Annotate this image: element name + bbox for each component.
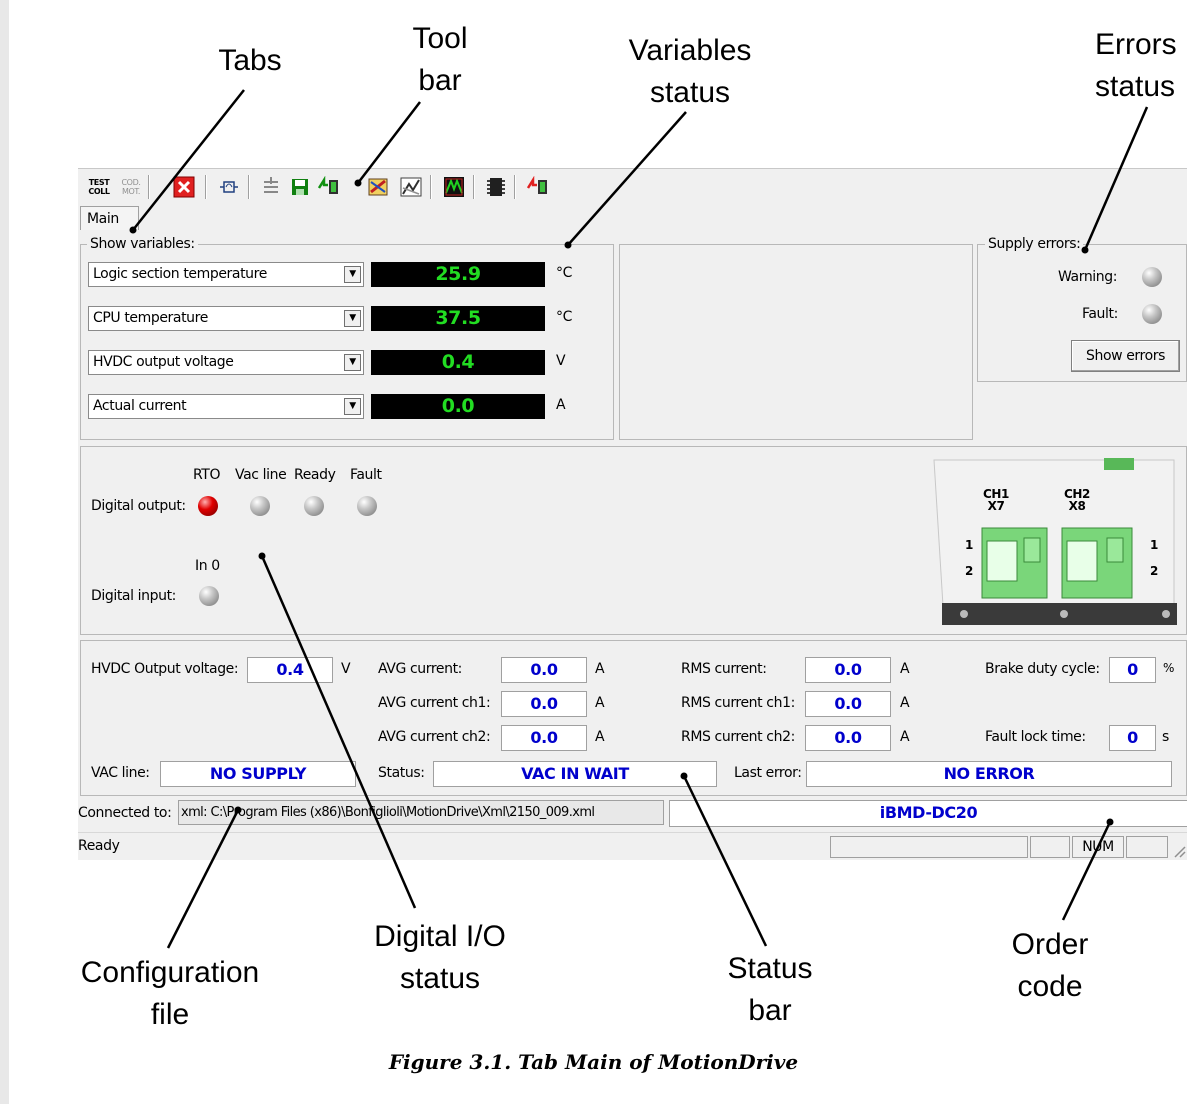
callout-lines: [129, 89, 1149, 949]
figure-caption: Figure 3.1. Tab Main of MotionDrive: [388, 1050, 799, 1074]
